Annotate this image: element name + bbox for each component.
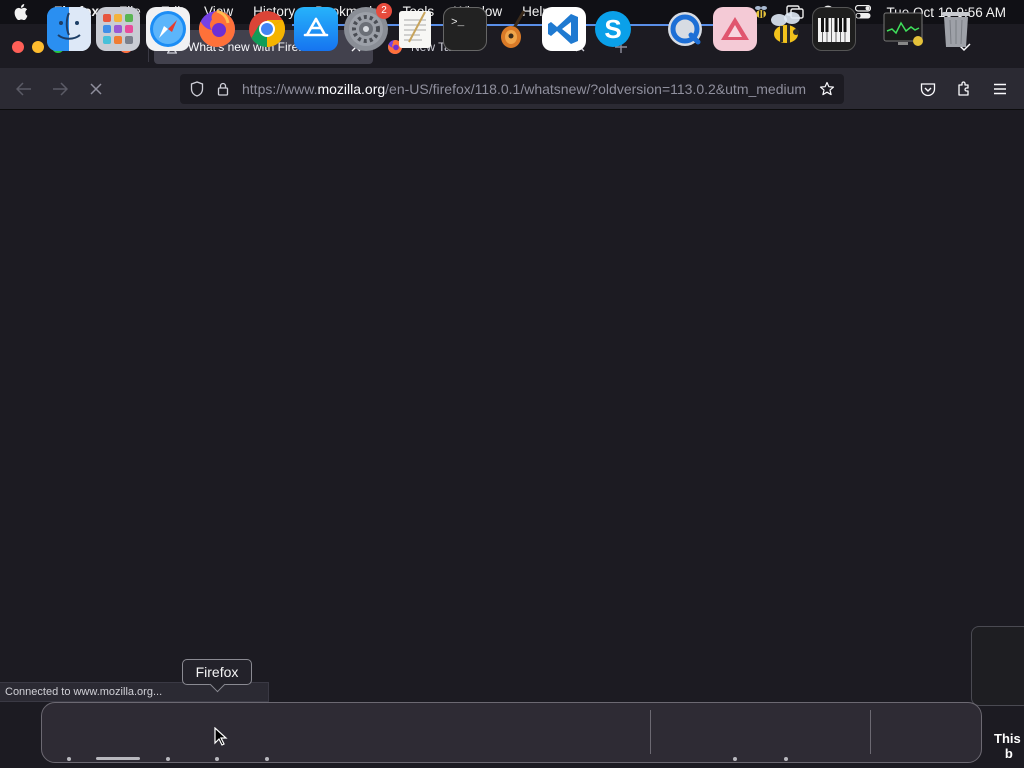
running-indicator xyxy=(67,757,71,761)
navigation-toolbar: https://www.mozilla.org/en-US/firefox/11… xyxy=(0,68,1024,110)
forward-arrow-icon[interactable] xyxy=(47,77,73,101)
page-content-area xyxy=(0,110,1024,768)
trash-icon[interactable] xyxy=(934,7,978,51)
dock-tooltip: Firefox xyxy=(182,659,252,685)
url-path: /en-US/firefox/118.0.1/whatsnew/?oldvers… xyxy=(385,81,807,97)
chrome-icon[interactable] xyxy=(245,7,289,51)
activity-monitor-icon[interactable] xyxy=(882,7,926,51)
dock-divider xyxy=(870,710,871,754)
running-indicator xyxy=(166,757,170,761)
bee-app-icon[interactable] xyxy=(764,7,808,51)
apple-icon[interactable] xyxy=(14,4,40,20)
notification-badge: 2 xyxy=(376,3,392,19)
running-indicator xyxy=(215,757,219,761)
status-panel: Connected to www.mozilla.org... xyxy=(0,682,269,702)
svg-text:S: S xyxy=(604,14,621,44)
notification-card[interactable] xyxy=(971,626,1024,706)
tracking-protection-shield-icon[interactable] xyxy=(184,77,210,101)
running-indicator xyxy=(733,757,737,761)
running-indicator xyxy=(784,757,788,761)
stop-icon[interactable] xyxy=(83,77,109,101)
extensions-icon[interactable] xyxy=(951,77,977,101)
launchpad-icon[interactable] xyxy=(96,7,140,51)
garageband-icon[interactable] xyxy=(492,7,536,51)
svg-text:>_: >_ xyxy=(451,17,465,29)
skype-icon[interactable]: S xyxy=(591,7,635,51)
dock xyxy=(41,702,982,763)
finder-icon[interactable] xyxy=(47,7,91,51)
url-bar[interactable]: https://www.mozilla.org/en-US/firefox/11… xyxy=(180,74,844,104)
lock-icon[interactable] xyxy=(210,77,236,101)
pink-triangle-app-icon[interactable] xyxy=(713,7,757,51)
vscode-icon[interactable] xyxy=(542,7,586,51)
back-arrow-icon[interactable] xyxy=(11,77,37,101)
firefox-icon[interactable] xyxy=(195,7,239,51)
mouse-pointer-icon xyxy=(214,726,228,747)
window-close-button[interactable] xyxy=(12,41,24,53)
terminal-icon[interactable]: >_ xyxy=(443,7,487,51)
app-store-icon[interactable] xyxy=(294,7,338,51)
running-indicator xyxy=(265,757,269,761)
notification-peek-text: This b xyxy=(994,731,1021,761)
safari-icon[interactable] xyxy=(146,7,190,51)
quicktime-icon[interactable] xyxy=(663,7,707,51)
url-text[interactable]: https://www.mozilla.org/en-US/firefox/11… xyxy=(242,81,814,97)
hamburger-menu-icon[interactable] xyxy=(987,77,1013,101)
bookmark-star-icon[interactable] xyxy=(814,77,840,101)
url-host: mozilla.org xyxy=(317,81,386,97)
dock-divider xyxy=(650,710,651,754)
dock-scroll-indicator xyxy=(96,757,140,760)
window-minimize-button[interactable] xyxy=(32,41,44,53)
system-settings-icon[interactable]: 2 xyxy=(344,3,392,51)
piano-icon[interactable] xyxy=(812,7,856,51)
url-prefix: https://www. xyxy=(242,81,318,97)
pocket-icon[interactable] xyxy=(915,77,941,101)
textedit-icon[interactable] xyxy=(393,7,437,51)
